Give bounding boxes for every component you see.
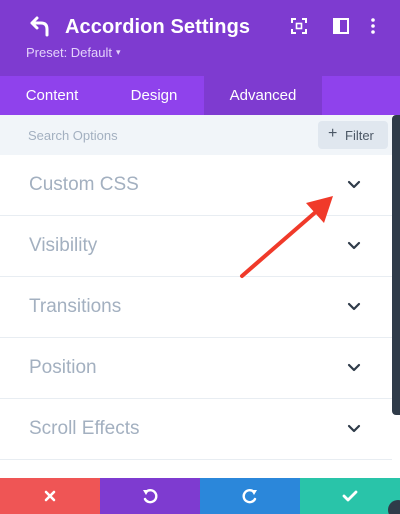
more-options-icon[interactable]: [364, 17, 382, 35]
redo-icon: [242, 489, 257, 504]
section-label: Visibility: [29, 235, 98, 256]
check-icon: [342, 490, 358, 502]
tab-advanced[interactable]: Advanced: [204, 76, 322, 115]
section-label: Scroll Effects: [29, 418, 140, 439]
scrollbar[interactable]: [392, 115, 400, 415]
chevron-down-icon[interactable]: [347, 180, 361, 190]
preset-dropdown[interactable]: Preset: Default ▾: [26, 45, 121, 60]
undo-icon: [143, 489, 158, 504]
discard-button[interactable]: [0, 478, 100, 514]
close-icon: [44, 490, 56, 502]
search-input[interactable]: [28, 115, 298, 155]
chevron-down-icon[interactable]: [347, 424, 361, 434]
tab-content[interactable]: Content: [0, 76, 104, 115]
filter-button[interactable]: + Filter: [318, 121, 388, 149]
expand-icon[interactable]: [290, 17, 308, 35]
section-label: Transitions: [29, 296, 122, 317]
section-label: Custom CSS: [29, 174, 139, 195]
preset-label: Preset: Default: [26, 45, 112, 60]
section-scroll-effects[interactable]: Scroll Effects: [0, 399, 392, 460]
undo-button[interactable]: [100, 478, 200, 514]
section-position[interactable]: Position: [0, 338, 392, 399]
sidebar-toggle-icon[interactable]: [332, 17, 350, 35]
tab-design[interactable]: Design: [104, 76, 204, 115]
back-icon[interactable]: [26, 14, 52, 40]
filter-label: Filter: [345, 128, 374, 143]
settings-tabs: Content Design Advanced: [0, 76, 400, 115]
section-label: Position: [29, 357, 97, 378]
panel-title: Accordion Settings: [65, 16, 251, 38]
settings-header: Accordion Settings Preset: Default ▾: [0, 0, 400, 76]
search-bar: + Filter: [0, 115, 392, 155]
action-footer: [0, 478, 400, 514]
resize-handle[interactable]: [388, 500, 400, 514]
chevron-down-icon[interactable]: [347, 302, 361, 312]
caret-down-icon: ▾: [116, 47, 121, 57]
chevron-down-icon[interactable]: [347, 241, 361, 251]
chevron-down-icon[interactable]: [347, 363, 361, 373]
red-arrow-annotation: [240, 196, 333, 278]
plus-icon: +: [328, 125, 338, 142]
save-button[interactable]: [300, 478, 400, 514]
redo-button[interactable]: [200, 478, 300, 514]
